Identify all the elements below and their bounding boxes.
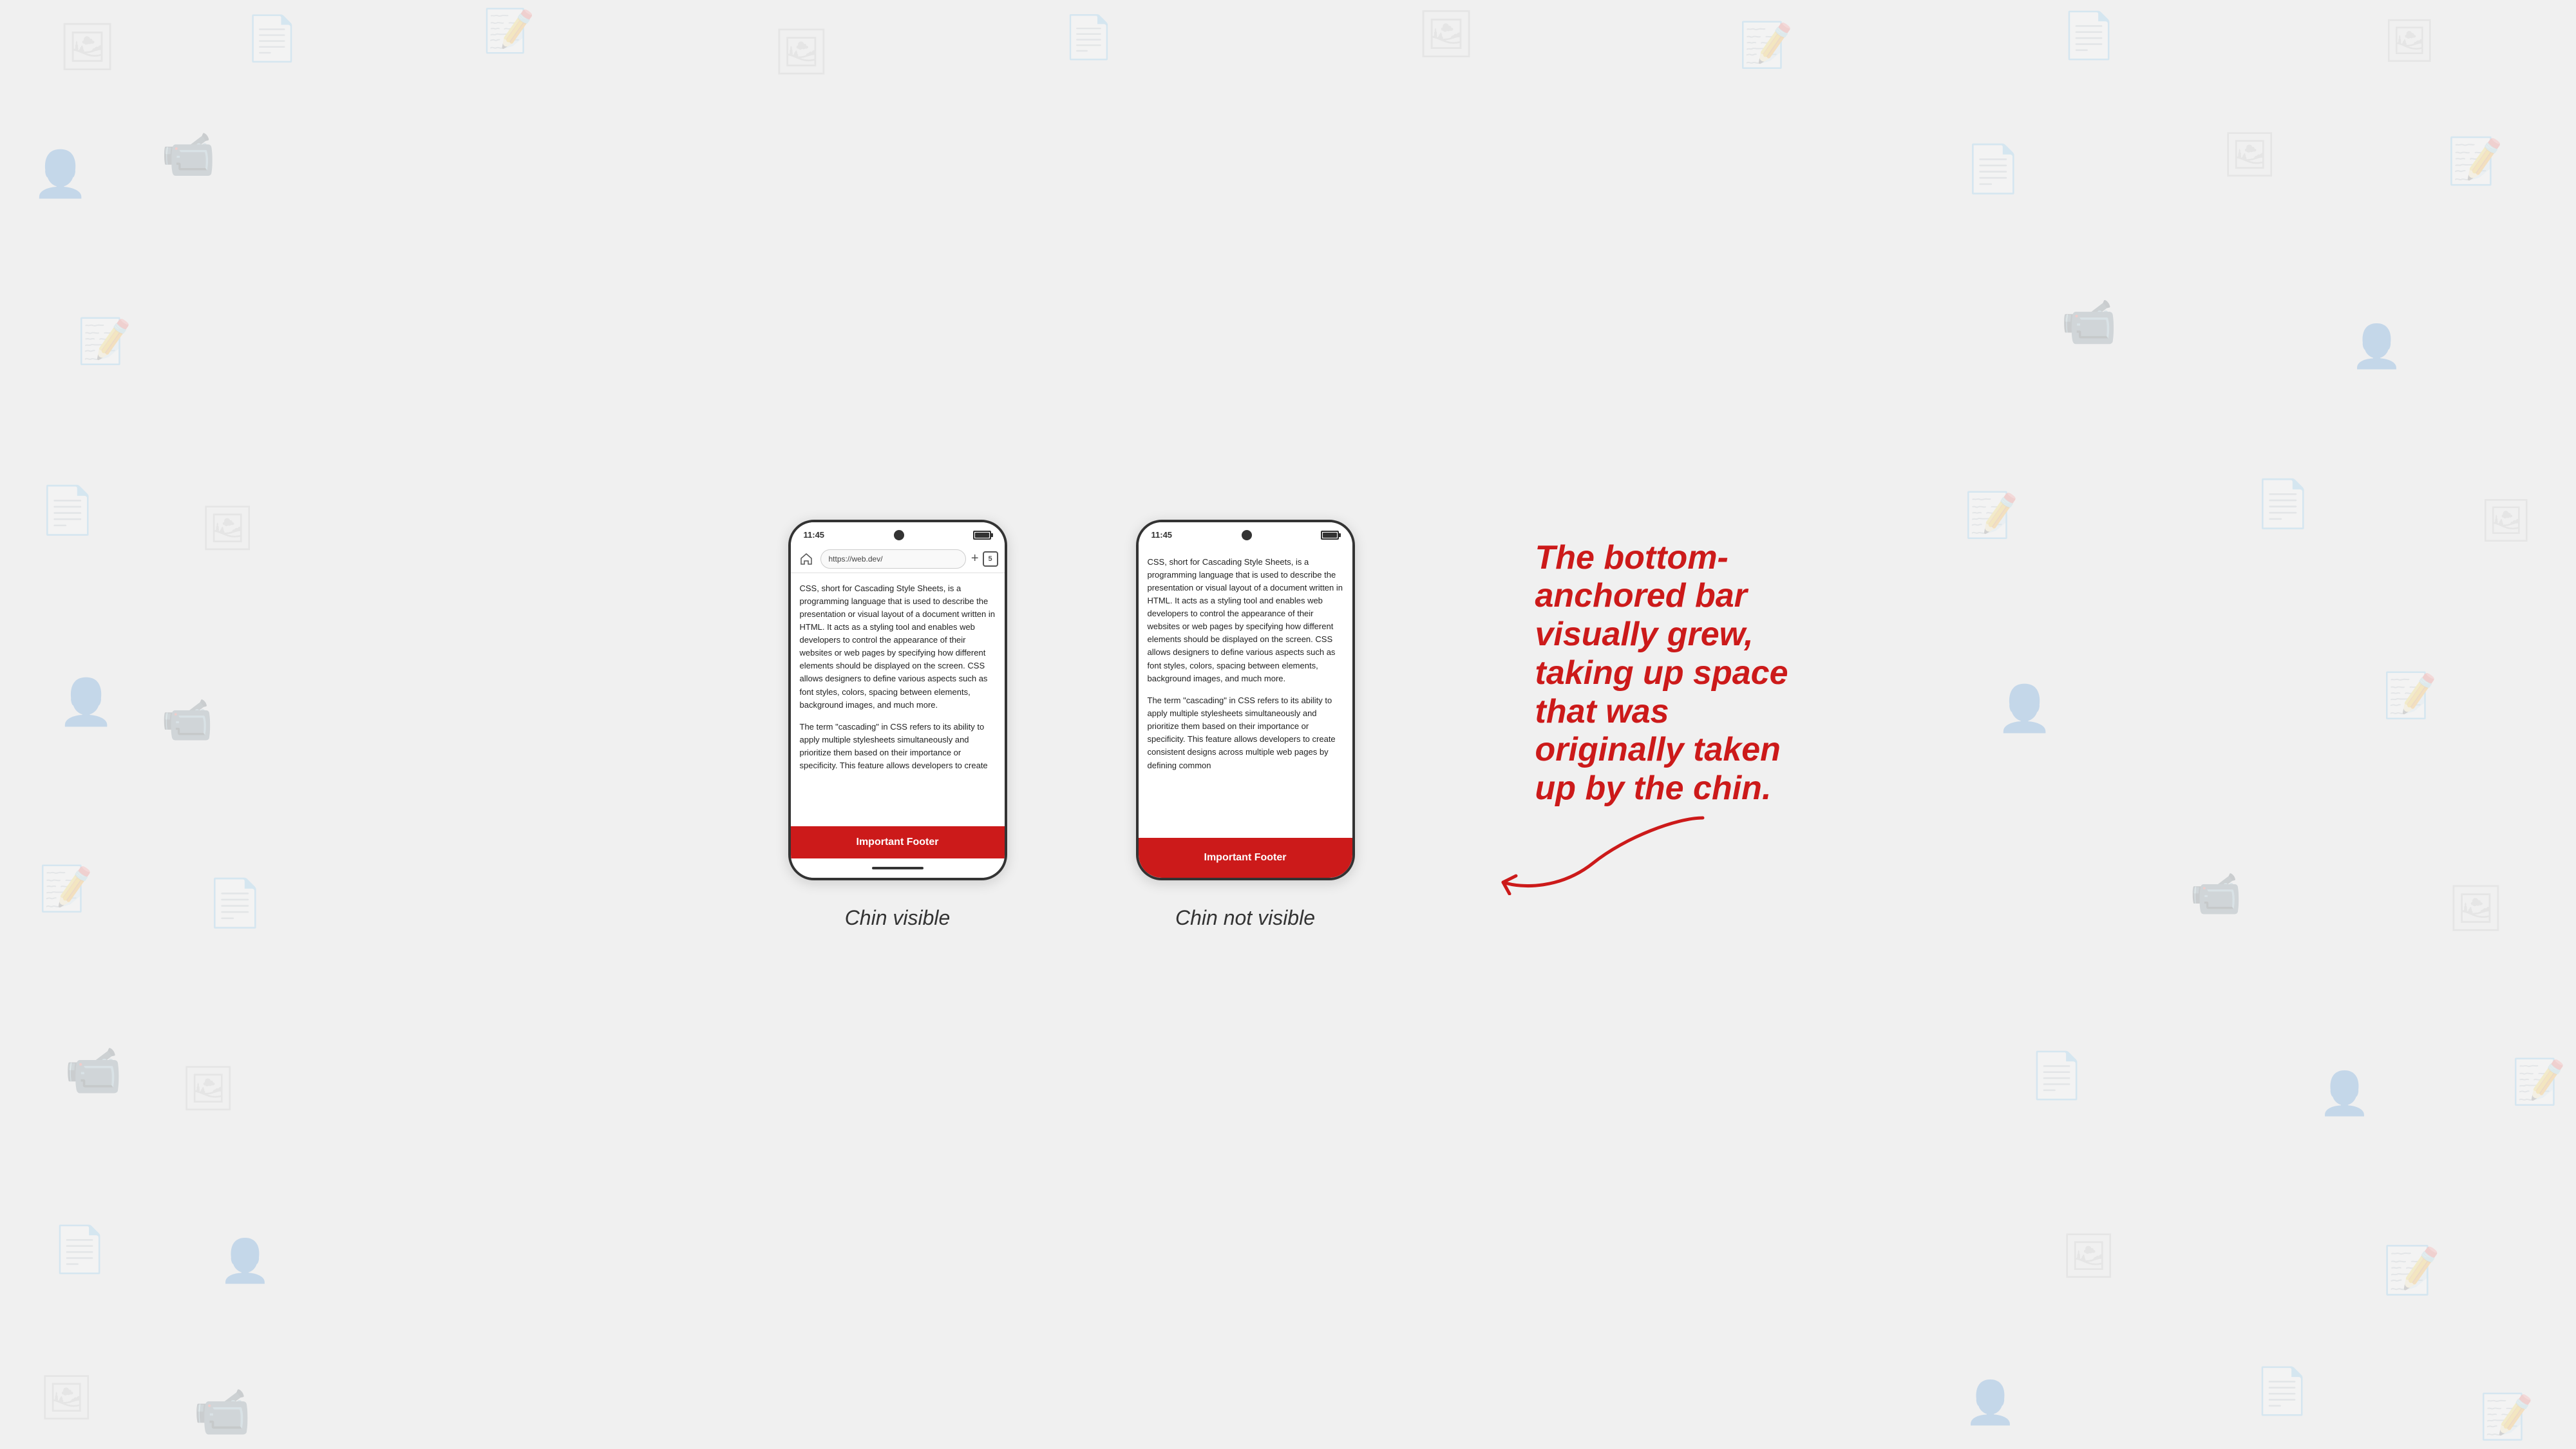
phone1-para1: CSS, short for Cascading Style Sheets, i… <box>800 582 996 712</box>
annotation-text: The bottom- anchored bar visually grew, … <box>1535 539 1788 809</box>
phone2-status-time: 11:45 <box>1151 530 1173 540</box>
phone1-text: CSS, short for Cascading Style Sheets, i… <box>800 582 996 773</box>
phone1-footer: Important Footer <box>791 826 1005 858</box>
phone1-url-bar[interactable]: https://web.dev/ <box>820 549 966 569</box>
phone2-battery-fill <box>1323 533 1337 538</box>
phone2: 11:45 CSS, short for Cascading Style She… <box>1136 520 1355 880</box>
annotation-arrow <box>1497 811 1722 895</box>
annotation-line5: that was <box>1535 693 1788 732</box>
phone1-tab-count[interactable]: 5 <box>983 551 998 567</box>
phones-row: 11:45 <box>788 520 1788 930</box>
phone1-wrapper: 11:45 <box>788 520 1007 930</box>
phone1-camera <box>894 530 904 540</box>
annotation-line4: taking up space <box>1535 654 1788 693</box>
phone2-para1: CSS, short for Cascading Style Sheets, i… <box>1148 556 1343 685</box>
phone1-content: CSS, short for Cascading Style Sheets, i… <box>791 573 1005 826</box>
phone1-add-tab-btn[interactable]: + <box>971 551 979 566</box>
phone1-chin-bar <box>872 867 923 869</box>
phone1-status-bar: 11:45 <box>791 522 1005 545</box>
phone2-content: CSS, short for Cascading Style Sheets, i… <box>1139 545 1352 838</box>
phone1-status-right <box>973 531 991 540</box>
phone2-text: CSS, short for Cascading Style Sheets, i… <box>1148 556 1343 772</box>
phone1-battery-fill <box>975 533 989 538</box>
phone1-url-text: https://web.dev/ <box>829 554 883 564</box>
phone2-battery-icon <box>1321 531 1339 540</box>
phone2-footer: Important Footer <box>1139 838 1352 878</box>
phone1-para2: The term "cascading" in CSS refers to it… <box>800 721 996 773</box>
annotation-line2: anchored bar <box>1535 577 1788 616</box>
phone1-status-time: 11:45 <box>804 530 825 540</box>
phone1: 11:45 <box>788 520 1007 880</box>
phone1-browser-actions: + 5 <box>971 551 998 567</box>
phone2-status-right <box>1321 531 1339 540</box>
annotation-line3: visually grew, <box>1535 616 1788 654</box>
phone2-wrapper: 11:45 CSS, short for Cascading Style She… <box>1136 520 1355 930</box>
arrow-container <box>1497 811 1722 898</box>
main-content: 11:45 <box>0 0 2576 1449</box>
phone2-caption: Chin not visible <box>1175 906 1315 930</box>
annotation-line6: originally taken <box>1535 731 1788 770</box>
phone2-status-bar: 11:45 <box>1139 522 1352 545</box>
phone1-battery-icon <box>973 531 991 540</box>
annotation-line1: The bottom- <box>1535 539 1788 578</box>
phone1-caption: Chin visible <box>845 906 951 930</box>
phone1-browser-bar: https://web.dev/ + 5 <box>791 545 1005 573</box>
phone2-camera <box>1242 530 1252 540</box>
phone2-para2: The term "cascading" in CSS refers to it… <box>1148 694 1343 772</box>
annotation-line7: up by the chin. <box>1535 770 1788 808</box>
phone1-chin <box>791 858 1005 878</box>
annotation-section: The bottom- anchored bar visually grew, … <box>1535 539 1788 809</box>
phone1-home-btn[interactable] <box>797 550 815 568</box>
